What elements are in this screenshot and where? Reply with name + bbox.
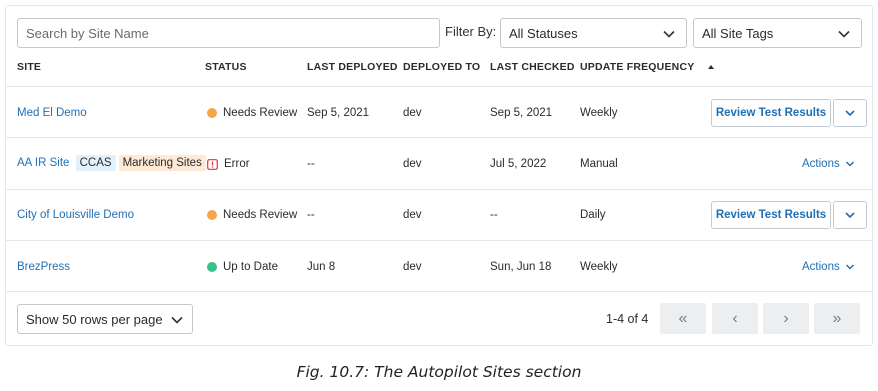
last-deployed-cell: Sep 5, 2021	[307, 107, 370, 119]
site-link[interactable]: BrezPress	[17, 261, 70, 273]
chevron-down-icon	[845, 264, 854, 270]
chevron-down-icon	[845, 212, 855, 219]
actions-menu-button[interactable]: Actions	[802, 158, 855, 170]
status-text: Up to Date	[223, 261, 278, 273]
update-frequency-cell: Daily	[580, 209, 606, 221]
last-deployed-cell: --	[307, 158, 315, 170]
row-divider	[6, 189, 872, 190]
actions-menu-button[interactable]: Actions	[802, 261, 855, 273]
actions-label: Actions	[802, 261, 840, 273]
status-cell: Needs Review	[207, 209, 297, 221]
status-dot-icon	[207, 262, 217, 272]
column-header-last-deployed[interactable]: LAST DEPLOYED	[307, 61, 398, 73]
last-deployed-cell: Jun 8	[307, 261, 336, 273]
filter-by-label: Filter By:	[445, 24, 497, 39]
chevron-down-icon	[171, 316, 183, 324]
site-tags-filter-value: All Site Tags	[702, 25, 774, 41]
site-link[interactable]: Med El Demo	[17, 107, 87, 119]
last-checked-cell: Sep 5, 2021	[490, 107, 553, 119]
last-deployed-cell: --	[307, 209, 315, 221]
status-cell: Up to Date	[207, 261, 278, 273]
status-filter-select[interactable]: All Statuses	[500, 18, 687, 48]
column-header-last-checked[interactable]: LAST CHECKED	[490, 61, 575, 73]
site-cell: AA IR Site CCAS Marketing Sites	[17, 155, 206, 171]
error-icon	[207, 158, 218, 170]
update-frequency-cell: Weekly	[580, 261, 618, 273]
site-tag: CCAS	[75, 155, 116, 171]
status-filter-value: All Statuses	[509, 25, 578, 41]
review-test-results-button[interactable]: Review Test Results	[711, 99, 831, 127]
status-dot-icon	[207, 108, 217, 118]
row-divider	[6, 291, 872, 292]
chevron-down-icon	[663, 30, 675, 38]
status-cell: Needs Review	[207, 107, 297, 119]
column-header-deployed-to[interactable]: DEPLOYED TO	[403, 61, 480, 73]
actions-label: Actions	[802, 158, 840, 170]
figure-caption: Fig. 10.7: The Autopilot Sites section	[296, 363, 582, 381]
row-divider	[6, 86, 872, 87]
first-page-button[interactable]: «	[660, 303, 706, 334]
chevron-left-icon: ‹	[732, 309, 738, 327]
last-page-button[interactable]: »	[814, 303, 860, 334]
column-header-update-frequency[interactable]: UPDATE FREQUENCY	[580, 61, 694, 73]
chevron-down-icon	[845, 110, 855, 117]
next-page-button[interactable]: ›	[763, 303, 809, 334]
autopilot-sites-panel: Filter By: All Statuses All Site Tags SI…	[5, 5, 873, 346]
status-cell: Error	[207, 158, 250, 170]
update-frequency-cell: Manual	[580, 158, 618, 170]
deployed-to-cell: dev	[403, 261, 422, 273]
deployed-to-cell: dev	[403, 107, 422, 119]
double-chevron-right-icon: »	[832, 309, 842, 327]
deployed-to-cell: dev	[403, 209, 422, 221]
deployed-to-cell: dev	[403, 158, 422, 170]
sort-ascending-icon[interactable]	[707, 63, 715, 71]
rows-per-page-select[interactable]: Show 50 rows per page	[17, 304, 193, 334]
site-tag: Marketing Sites	[118, 155, 206, 171]
pagination-range: 1-4 of 4	[606, 312, 649, 326]
site-search-input[interactable]	[17, 18, 440, 48]
site-link[interactable]: City of Louisville Demo	[17, 209, 134, 221]
status-text: Error	[224, 158, 250, 170]
chevron-down-icon	[845, 161, 854, 167]
status-text: Needs Review	[223, 107, 298, 119]
column-header-site[interactable]: SITE	[17, 61, 41, 73]
row-divider	[6, 240, 872, 241]
last-checked-cell: Jul 5, 2022	[490, 158, 547, 170]
review-test-results-button[interactable]: Review Test Results	[711, 201, 831, 229]
review-options-dropdown-button[interactable]	[833, 99, 867, 127]
status-dot-icon	[207, 210, 217, 220]
update-frequency-cell: Weekly	[580, 107, 618, 119]
column-header-status[interactable]: STATUS	[205, 61, 247, 73]
double-chevron-left-icon: «	[678, 309, 688, 327]
site-link[interactable]: AA IR Site	[17, 157, 69, 169]
chevron-right-icon: ›	[783, 309, 789, 327]
previous-page-button[interactable]: ‹	[712, 303, 758, 334]
last-checked-cell: Sun, Jun 18	[490, 261, 552, 273]
site-tags-filter-select[interactable]: All Site Tags	[693, 18, 862, 48]
last-checked-cell: --	[490, 209, 498, 221]
chevron-down-icon	[838, 30, 850, 38]
row-divider	[6, 137, 872, 138]
rows-per-page-value: Show 50 rows per page	[26, 311, 163, 327]
status-text: Needs Review	[223, 209, 298, 221]
review-options-dropdown-button[interactable]	[833, 201, 867, 229]
